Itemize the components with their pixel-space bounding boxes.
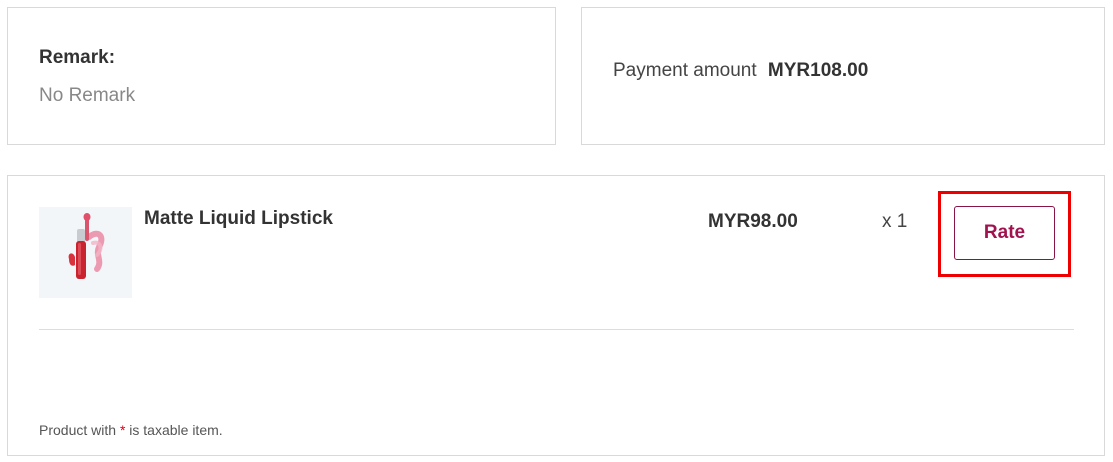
- product-price: MYR98.00: [708, 211, 798, 232]
- payment-amount: MYR108.00: [767, 60, 869, 81]
- remark-value: No Remark: [39, 85, 136, 106]
- footnote-prefix: Product with: [39, 422, 117, 438]
- product-thumbnail[interactable]: [39, 207, 132, 298]
- taxable-footnote: Product with * is taxable item.: [39, 422, 223, 438]
- remark-card: Remark: No Remark: [7, 7, 556, 145]
- product-quantity: x 1: [882, 211, 908, 232]
- footnote-suffix: is taxable item.: [129, 422, 223, 438]
- payment-row: Payment amount MYR108.00: [613, 60, 868, 82]
- remark-title: Remark:: [39, 47, 116, 68]
- rate-button[interactable]: Rate: [954, 206, 1055, 260]
- lipstick-image: [68, 213, 105, 279]
- order-item-card: Matte Liquid Lipstick MYR98.00 x 1 Rate …: [7, 175, 1105, 456]
- divider: [39, 329, 1074, 330]
- product-name[interactable]: Matte Liquid Lipstick: [144, 208, 333, 230]
- payment-card: Payment amount MYR108.00: [581, 7, 1105, 145]
- payment-label: Payment amount: [613, 60, 757, 81]
- footnote-asterisk: *: [119, 422, 126, 438]
